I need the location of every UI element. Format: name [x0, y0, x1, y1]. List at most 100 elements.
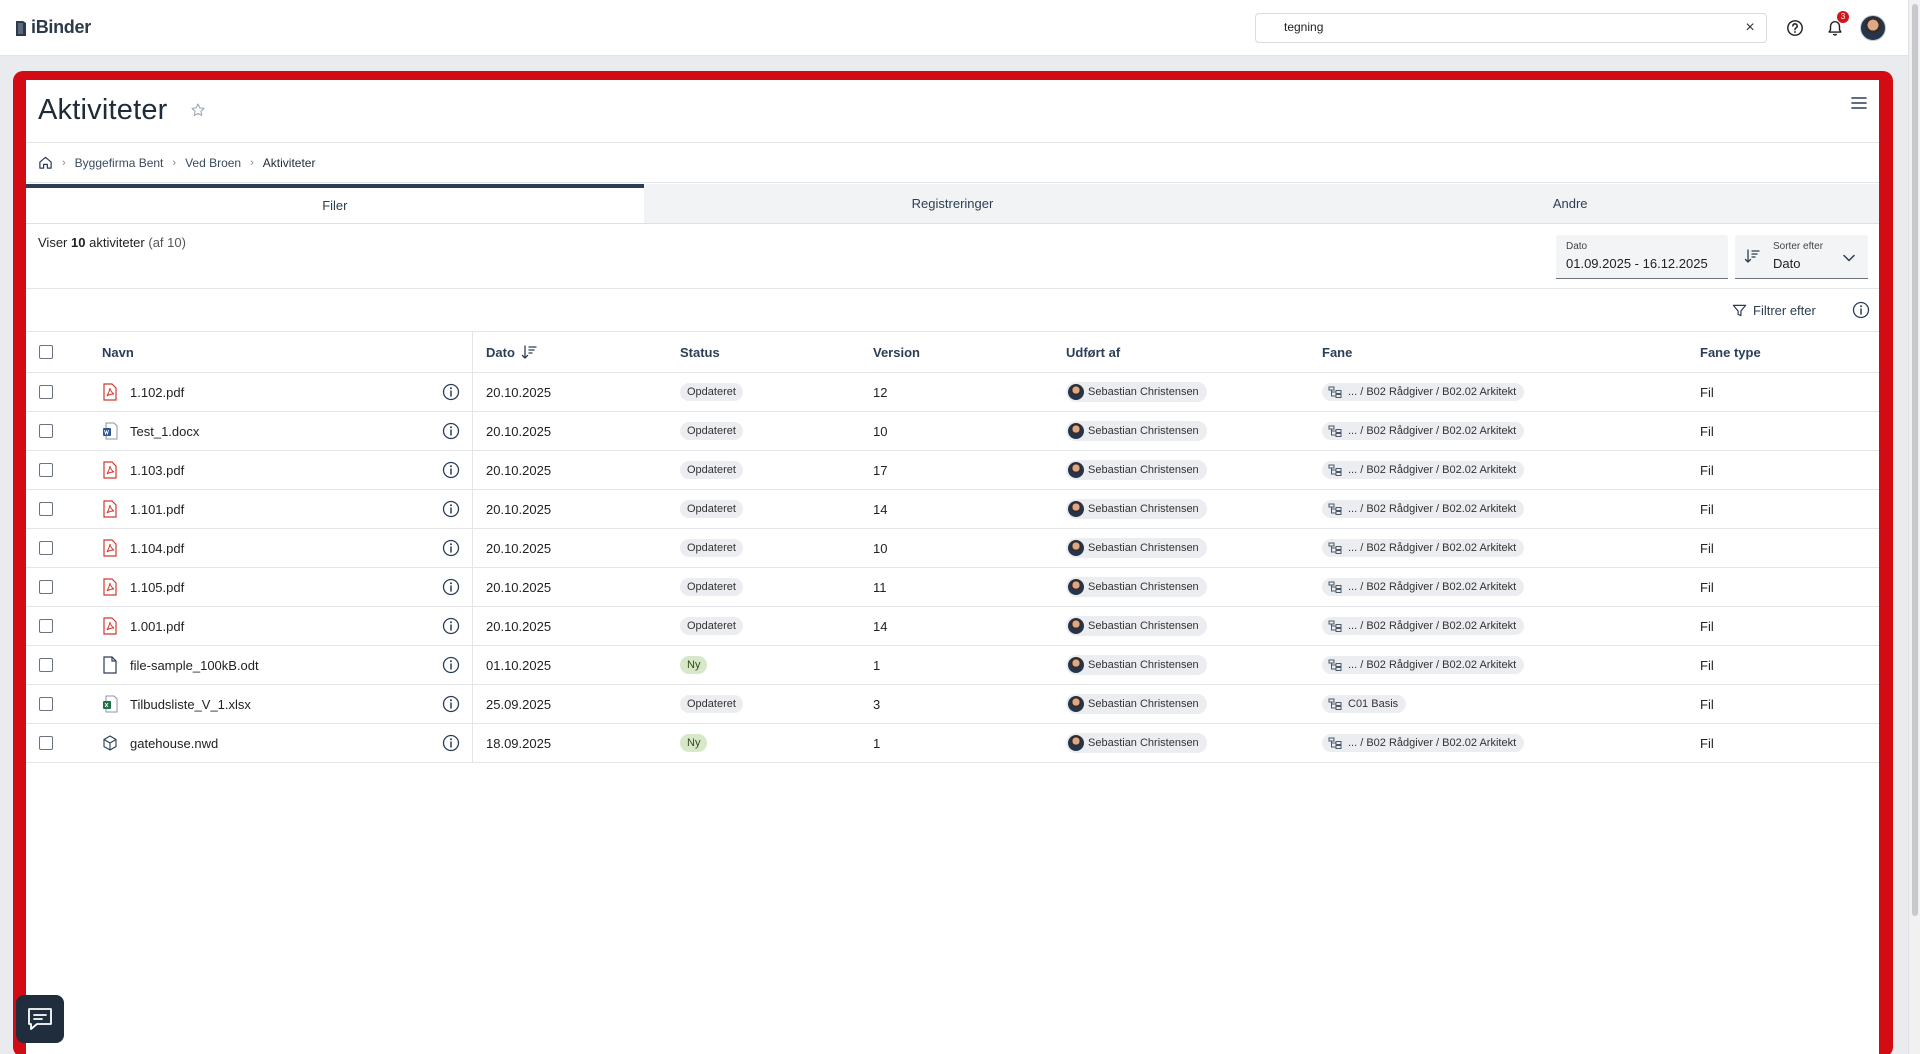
column-header-dato[interactable]: Dato: [486, 332, 537, 372]
column-header-fane[interactable]: Fane: [1322, 332, 1352, 372]
page-scrollbar[interactable]: [1908, 0, 1920, 1054]
row-checkbox[interactable]: [39, 424, 53, 438]
table-row[interactable]: file-sample_100kB.odt 01.10.2025 Ny 1 Sebast…: [26, 646, 1879, 685]
file-name-link[interactable]: 1.102.pdf: [130, 385, 184, 400]
sort-select[interactable]: Sorter efter Dato: [1735, 235, 1868, 279]
tab-registreringer[interactable]: Registreringer: [643, 184, 1262, 223]
date-range-filter[interactable]: Dato 01.09.2025 - 16.12.2025: [1556, 235, 1728, 279]
user-chip[interactable]: Sebastian Christensen: [1066, 382, 1207, 402]
file-name-link[interactable]: 1.001.pdf: [130, 619, 184, 634]
row-checkbox[interactable]: [39, 541, 53, 555]
menu-icon[interactable]: [1850, 94, 1868, 112]
column-header-status[interactable]: Status: [680, 332, 720, 372]
file-name-link[interactable]: 1.104.pdf: [130, 541, 184, 556]
performed-by-cell: Sebastian Christensen: [1066, 373, 1207, 411]
user-avatar[interactable]: [1860, 15, 1886, 41]
user-chip[interactable]: Sebastian Christensen: [1066, 733, 1207, 753]
file-name-link[interactable]: 1.103.pdf: [130, 463, 184, 478]
tab-filer[interactable]: Filer: [26, 184, 644, 223]
row-checkbox[interactable]: [39, 697, 53, 711]
sort-descending-icon[interactable]: [521, 344, 537, 360]
file-info-icon[interactable]: [442, 617, 460, 635]
home-icon[interactable]: [38, 155, 53, 170]
chat-support-button[interactable]: [16, 995, 64, 1043]
file-info-icon[interactable]: [442, 656, 460, 674]
user-chip[interactable]: Sebastian Christensen: [1066, 655, 1207, 675]
fane-chip[interactable]: C01 Basis: [1322, 695, 1407, 713]
fane-chip[interactable]: ... / B02 Rådgiver / B02.02 Arkitekt: [1322, 617, 1525, 635]
scrollbar-thumb[interactable]: [1912, 4, 1918, 916]
fane-chip[interactable]: ... / B02 Rådgiver / B02.02 Arkitekt: [1322, 383, 1525, 401]
fane-chip[interactable]: ... / B02 Rådgiver / B02.02 Arkitekt: [1322, 422, 1525, 440]
ibinder-logo[interactable]: iBinder: [14, 17, 91, 38]
file-name-link[interactable]: 1.105.pdf: [130, 580, 184, 595]
file-info-icon[interactable]: [442, 383, 460, 401]
tab-andre[interactable]: Andre: [1261, 184, 1880, 223]
user-chip[interactable]: Sebastian Christensen: [1066, 499, 1207, 519]
row-select-cell: [39, 451, 53, 489]
table-row[interactable]: Test_1.docx 20.10.2025 Opdateret 10 Sebastia…: [26, 412, 1879, 451]
pdf-file-icon: [102, 617, 118, 635]
file-name-link[interactable]: file-sample_100kB.odt: [130, 658, 259, 673]
column-header-udfort-af[interactable]: Udført af: [1066, 332, 1120, 372]
row-checkbox[interactable]: [39, 502, 53, 516]
table-row[interactable]: 1.101.pdf 20.10.2025 Opdateret 14 Sebastian …: [26, 490, 1879, 529]
info-icon[interactable]: [1852, 301, 1870, 319]
file-info-icon[interactable]: [442, 461, 460, 479]
column-header-fane-type[interactable]: Fane type: [1700, 332, 1761, 372]
table-row[interactable]: 1.104.pdf 20.10.2025 Opdateret 10 Sebastian …: [26, 529, 1879, 568]
user-chip[interactable]: Sebastian Christensen: [1066, 694, 1207, 714]
row-checkbox[interactable]: [39, 385, 53, 399]
performed-by-cell: Sebastian Christensen: [1066, 685, 1207, 723]
help-icon[interactable]: [1783, 16, 1807, 40]
select-all-checkbox[interactable]: [39, 345, 53, 359]
file-info-cell: [442, 646, 460, 684]
fane-chip[interactable]: ... / B02 Rådgiver / B02.02 Arkitekt: [1322, 461, 1525, 479]
notification-bell-icon[interactable]: 3: [1823, 11, 1849, 40]
table-row[interactable]: 1.102.pdf 20.10.2025 Opdateret 12 Sebastian …: [26, 373, 1879, 412]
search-box[interactable]: ×: [1255, 13, 1767, 43]
table-row[interactable]: 1.105.pdf 20.10.2025 Opdateret 11 Sebastian …: [26, 568, 1879, 607]
fane-chip[interactable]: ... / B02 Rådgiver / B02.02 Arkitekt: [1322, 539, 1525, 557]
table-row[interactable]: gatehouse.nwd 18.09.2025 Ny 1 Sebastian Chri…: [26, 724, 1879, 763]
breadcrumb-byggefirma-bent[interactable]: Byggefirma Bent: [75, 156, 164, 170]
user-avatar: [1068, 579, 1084, 595]
row-checkbox[interactable]: [39, 658, 53, 672]
breadcrumb-ved-broen[interactable]: Ved Broen: [185, 156, 241, 170]
file-info-icon[interactable]: [442, 695, 460, 713]
chevron-down-icon: [1843, 254, 1855, 262]
user-chip[interactable]: Sebastian Christensen: [1066, 616, 1207, 636]
row-checkbox[interactable]: [39, 463, 53, 477]
fane-chip[interactable]: ... / B02 Rådgiver / B02.02 Arkitekt: [1322, 578, 1525, 596]
row-checkbox[interactable]: [39, 736, 53, 750]
file-name-link[interactable]: Tilbudsliste_V_1.xlsx: [130, 697, 251, 712]
file-info-icon[interactable]: [442, 578, 460, 596]
file-name-link[interactable]: 1.101.pdf: [130, 502, 184, 517]
table-row[interactable]: Tilbudsliste_V_1.xlsx 25.09.2025 Opdateret…: [26, 685, 1879, 724]
column-header-version[interactable]: Version: [873, 332, 920, 372]
row-checkbox[interactable]: [39, 580, 53, 594]
table-row[interactable]: 1.001.pdf 20.10.2025 Opdateret 14 Sebastian …: [26, 607, 1879, 646]
row-checkbox[interactable]: [39, 619, 53, 633]
status-cell: Opdateret: [680, 451, 743, 489]
file-info-icon[interactable]: [442, 539, 460, 557]
file-info-icon[interactable]: [442, 422, 460, 440]
user-chip[interactable]: Sebastian Christensen: [1066, 577, 1207, 597]
file-info-icon[interactable]: [442, 734, 460, 752]
column-divider[interactable]: [472, 332, 473, 372]
file-info-icon[interactable]: [442, 500, 460, 518]
clear-search-icon[interactable]: ×: [1742, 20, 1758, 36]
filter-button[interactable]: Filtrer efter: [1732, 299, 1816, 321]
user-chip[interactable]: Sebastian Christensen: [1066, 421, 1207, 441]
fane-chip[interactable]: ... / B02 Rådgiver / B02.02 Arkitekt: [1322, 500, 1525, 518]
favorite-star-icon[interactable]: [190, 102, 206, 118]
user-chip[interactable]: Sebastian Christensen: [1066, 460, 1207, 480]
file-name-link[interactable]: Test_1.docx: [130, 424, 199, 439]
table-row[interactable]: 1.103.pdf 20.10.2025 Opdateret 17 Sebastian …: [26, 451, 1879, 490]
fane-chip[interactable]: ... / B02 Rådgiver / B02.02 Arkitekt: [1322, 656, 1525, 674]
search-input[interactable]: [1284, 20, 1724, 34]
file-name-link[interactable]: gatehouse.nwd: [130, 736, 218, 751]
column-header-navn[interactable]: Navn: [102, 332, 134, 372]
fane-chip[interactable]: ... / B02 Rådgiver / B02.02 Arkitekt: [1322, 734, 1525, 752]
user-chip[interactable]: Sebastian Christensen: [1066, 538, 1207, 558]
